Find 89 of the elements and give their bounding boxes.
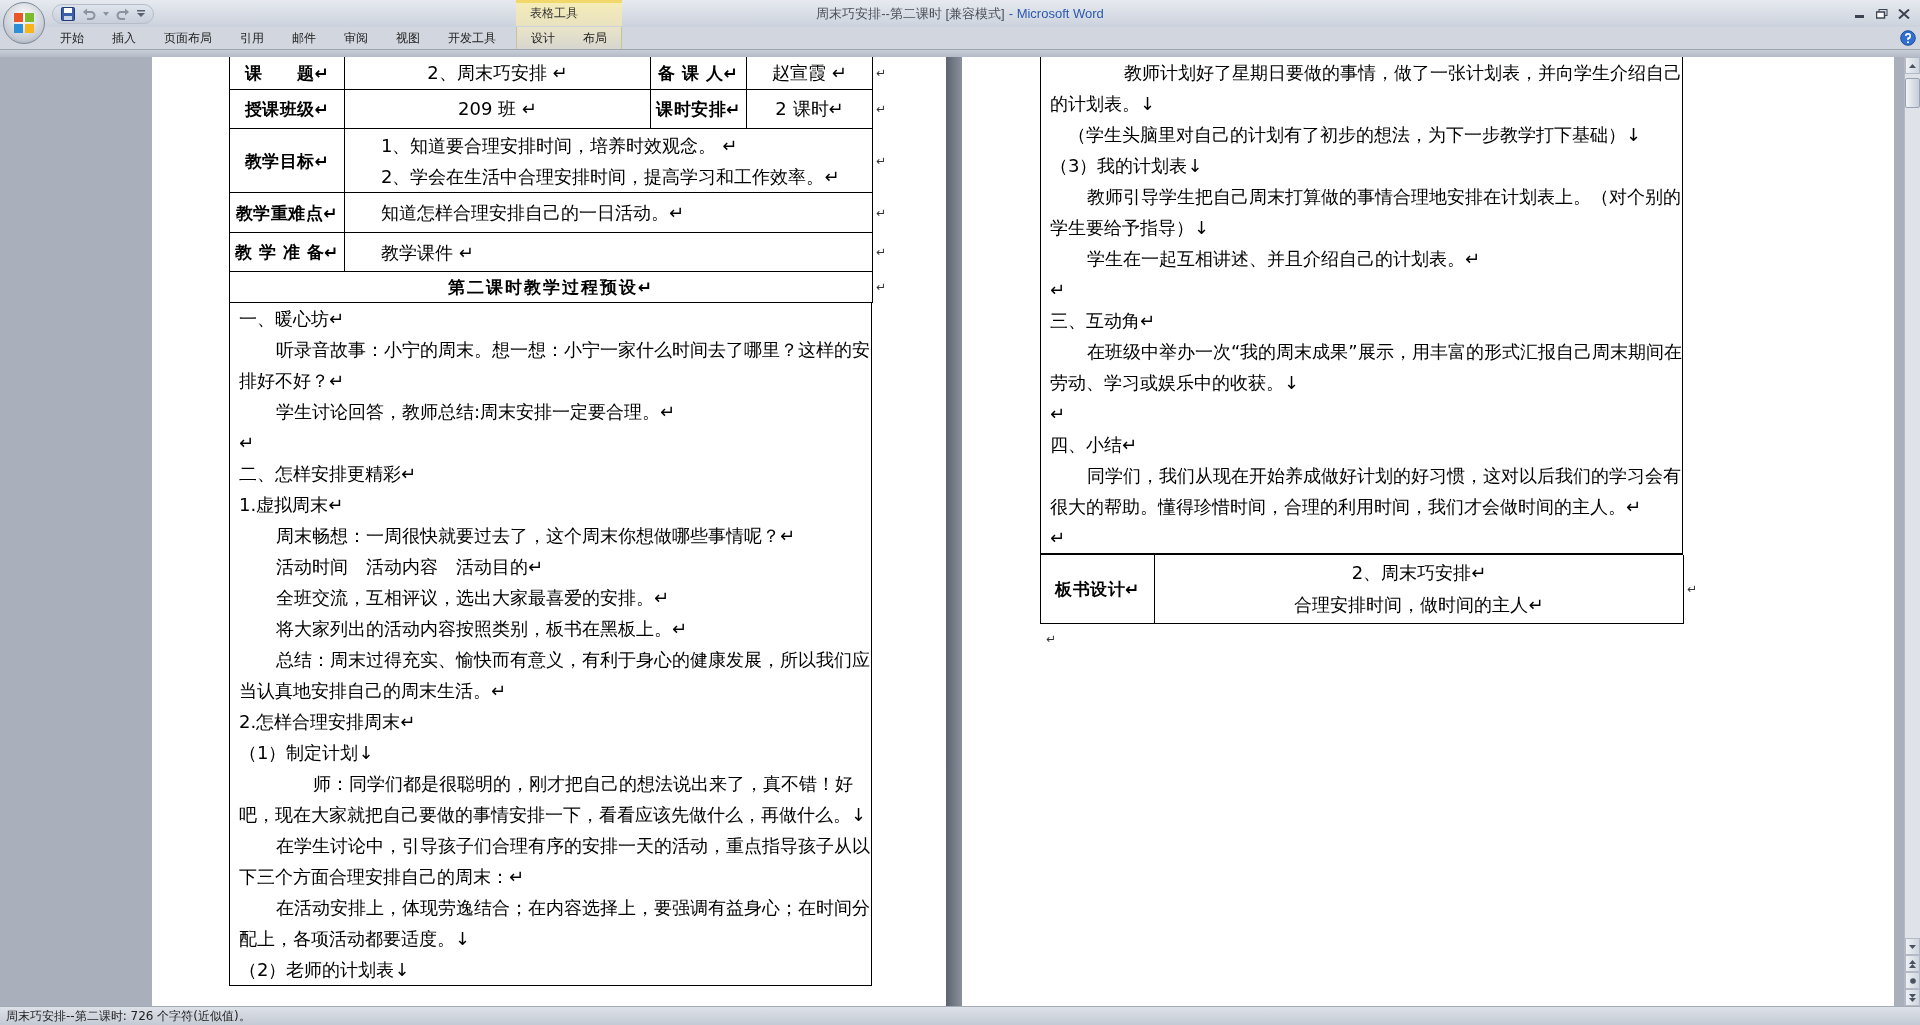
table-cell: 2、周末巧安排 ↵ [345, 57, 651, 90]
paragraph: （3）我的计划表↓ [1050, 154, 1204, 178]
paragraph-mark: ↵ [875, 279, 887, 296]
ribbon-tab[interactable]: 邮件 [278, 27, 330, 49]
table-cell: 209 班 ↵ [345, 90, 651, 129]
paragraph-mark: ↵ [875, 101, 887, 118]
paragraph: ↵ [1050, 278, 1067, 302]
paragraph: 师：同学们都是很聪明的，刚才把自己的想法说出来了，真不错！好吧，现在大家就把自己要做的事情安排一下，看看应该先做什么，再做什么。↓ [239, 772, 868, 827]
paragraph: 在学生讨论中，引导孩子们合理有序的安排一天的活动，重点指导孩子从以下三个方面合理安排自己的周末：↵ [239, 834, 871, 889]
dot-icon [1909, 977, 1916, 984]
table-cell: 板书设计↵ [1041, 555, 1155, 624]
ribbon-tab[interactable]: 开始 [46, 27, 98, 49]
paragraph: 教师计划好了星期日要做的事情，做了一张计划表，并向学生介绍自己的计划表。↓ [1050, 61, 1682, 116]
paragraph: 全班交流，互相评议，选出大家最喜爱的安排。↵ [275, 586, 671, 610]
double-down-arrow-icon [1909, 993, 1916, 1002]
paragraph: （学生头脑里对自己的计划有了初步的想法，为下一步教学打下基础）↓ [1067, 123, 1643, 147]
next-page-button[interactable] [1905, 989, 1920, 1006]
browse-object-button[interactable] [1905, 972, 1920, 989]
paragraph-mark: ↵ [875, 152, 887, 170]
paragraph: 四、小结↵ [1050, 433, 1139, 457]
paragraph: 在班级中举办一次“我的周末成果”展示，用丰富的形式汇报自己周末期间在劳动、学习或娱乐中的收获。↓ [1050, 340, 1682, 395]
paragraph-mark: ↵ [875, 65, 887, 82]
paragraph-mark: ↵ [875, 204, 887, 222]
paragraph: ↵ [1050, 402, 1067, 426]
paragraph: 一、暖心坊↵ [239, 307, 346, 331]
paragraph: 在活动安排上，体现劳逸结合；在内容选择上，要强调有益身心；在时间分配上，各项活动都要适度。↓ [239, 896, 871, 951]
table-cell: 2 课时↵ [747, 90, 873, 129]
paragraph: 将大家列出的活动内容按照类别，板书在黑板上。↵ [275, 617, 689, 641]
save-icon[interactable] [61, 6, 75, 21]
paragraph: 教学课件 ↵ [381, 240, 475, 265]
table-cell: 备 课 人↵ [651, 57, 747, 90]
ribbon-tab[interactable]: 布局 [569, 27, 621, 49]
paragraph: ↵ [1050, 526, 1067, 550]
paragraph: 同学们，我们从现在开始养成做好计划的好习惯，这对以后我们的学习会有很大的帮助。懂得珍惜时间，合理的利用时间，我们才会做时间的主人。↵ [1050, 464, 1682, 519]
paragraph: 1.虚拟周末↵ [239, 493, 345, 517]
paragraph: （1）制定计划↓ [239, 741, 375, 765]
paragraph: 二、怎样安排更精彩↵ [239, 462, 418, 486]
customize-caret-icon[interactable] [137, 10, 145, 17]
ribbon-tab[interactable]: 设计 [517, 27, 569, 49]
paragraph: ↵ [239, 431, 256, 455]
paragraph: （2）老师的计划表↓ [239, 958, 411, 982]
table-cell: 赵宣霞 ↵ [747, 57, 873, 90]
ribbon-tab[interactable]: 页面布局 [150, 27, 226, 49]
ribbon-tab[interactable]: 引用 [226, 27, 278, 49]
table-cell: 授课班级↵ [230, 90, 345, 129]
previous-page-button[interactable] [1905, 955, 1920, 972]
table-cell: 教 学 准 备↵ [230, 233, 345, 272]
table-cell: 教学重难点↵ [230, 193, 345, 233]
scroll-up-button[interactable] [1905, 57, 1920, 74]
table-cell: 第二课时教学过程预设↵ [230, 272, 873, 303]
restore-icon[interactable] [1876, 8, 1888, 19]
paragraph-mark: ↵ [1045, 631, 1058, 648]
table-cell: 课时安排↵ [651, 90, 747, 129]
office-button[interactable] [3, 2, 45, 44]
app-name: - Microsoft Word [1008, 5, 1104, 21]
paragraph: 周末畅想：一周很快就要过去了，这个周末你想做哪些事情呢？↵ [275, 524, 797, 548]
paragraph: 总结：周末过得充实、愉快而有意义，有利于身心的健康发展，所以我们应当认真地安排自己的周末生活。↵ [239, 648, 871, 703]
squares-icon [13, 12, 35, 34]
paragraph: 活动时间 活动内容 活动目的↵ [275, 555, 545, 579]
double-up-arrow-icon [1909, 959, 1916, 968]
paragraph: 知道怎样合理安排自己的一日活动。↵ [381, 201, 686, 225]
ribbon-tab[interactable]: 插入 [98, 27, 150, 49]
paragraph: 2、学会在生活中合理安排时间，提高学习和工作效率。↵ [381, 164, 841, 189]
table-cell: 课 题↵ [230, 57, 345, 90]
scroll-down-button[interactable] [1905, 938, 1920, 955]
document-title: 周末巧安排--第二课时 [兼容模式] [816, 5, 1005, 21]
contextual-group-label: 表格工具 [516, 0, 622, 26]
vertical-scrollbar[interactable] [1904, 57, 1920, 1006]
paragraph: 学生在一起互相讲述、并且介绍自己的计划表。↵ [1086, 247, 1482, 271]
paragraph: 2.怎样合理安排周末↵ [239, 710, 417, 734]
down-arrow-icon [1909, 944, 1916, 949]
up-arrow-icon [1909, 63, 1916, 68]
paragraph-mark: ↵ [1686, 580, 1698, 598]
ribbon-tab[interactable]: 审阅 [330, 27, 382, 49]
paragraph: 教师引导学生把自己周末打算做的事情合理地安排在计划表上。（对个别的学生要给予指导）↓ [1050, 185, 1682, 240]
ribbon-tab[interactable]: 视图 [382, 27, 434, 49]
help-icon[interactable] [1900, 30, 1916, 46]
scroll-thumb[interactable] [1905, 78, 1920, 108]
status-text: 周末巧安排--第二课时: 726 个字符(近似值)。 [6, 1009, 251, 1023]
paragraph: 三、互动角↵ [1050, 309, 1157, 333]
paragraph: 听录音故事：小宁的周末。想一想：小宁一家什么时间去了哪里？这样的安排好不好？↵ [239, 338, 871, 393]
paragraph: 合理安排时间，做时间的主人↵ [1294, 593, 1544, 617]
paragraph-mark: ↵ [875, 244, 887, 261]
table-cell: 教学目标↵ [230, 129, 345, 193]
paragraph: 学生讨论回答，教师总结:周末安排一定要合理。↵ [275, 400, 677, 424]
paragraph: 1、知道要合理安排时间，培养时效观念。 ↵ [381, 133, 739, 158]
paragraph: 2、周末巧安排↵ [1351, 561, 1487, 585]
close-icon[interactable] [1898, 8, 1910, 19]
ribbon-tab[interactable]: 开发工具 [434, 27, 510, 49]
